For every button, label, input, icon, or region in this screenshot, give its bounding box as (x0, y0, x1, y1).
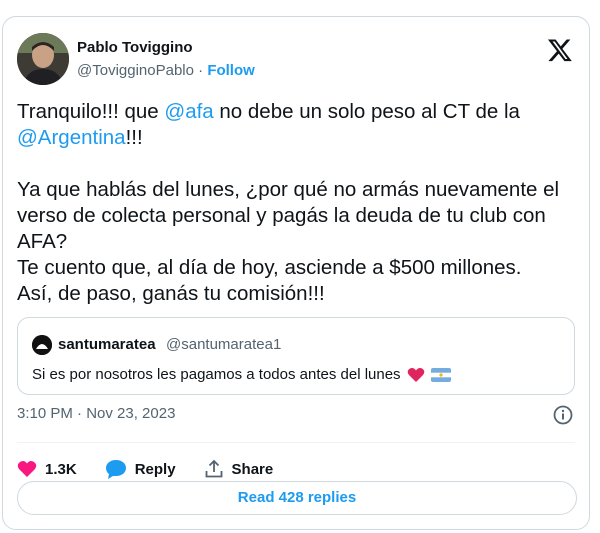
author-handle[interactable]: @TovigginoPablo (77, 62, 194, 79)
like-count: 1.3K (45, 460, 77, 478)
tweet-text: Te cuento que, al día de hoy, asciende a… (17, 256, 522, 279)
quoted-author-avatar[interactable] (32, 335, 52, 355)
like-button[interactable]: 1.3K (17, 460, 77, 478)
author-avatar[interactable] (17, 33, 69, 85)
share-label: Share (231, 460, 274, 478)
timestamp[interactable]: 3:10 PM · Nov 23, 2023 (17, 405, 175, 422)
reply-label: Reply (134, 460, 176, 478)
quoted-author-handle[interactable]: @santumaratea1 (166, 336, 281, 353)
reply-bubble-icon (105, 460, 126, 479)
argentina-flag-emoji (430, 367, 451, 382)
author-name[interactable]: Pablo Toviggino (77, 39, 193, 56)
follow-button[interactable]: Follow (207, 62, 255, 79)
quoted-text-row: Si es por nosotros les pagamos a todos a… (32, 366, 451, 383)
tweet-paragraph-2: Ya que hablás del lunes, ¿por qué no arm… (17, 177, 577, 307)
quoted-author-name[interactable]: santumaratea (58, 336, 156, 353)
separator-dot: · (198, 62, 204, 79)
tweet-text: Tranquilo!!! que (17, 100, 165, 123)
share-icon (205, 459, 222, 478)
divider (17, 442, 575, 443)
quoted-text: Si es por nosotros les pagamos a todos a… (32, 366, 401, 383)
reply-button[interactable]: Reply (105, 459, 176, 479)
mention-afa-link[interactable]: @afa (164, 100, 213, 123)
x-logo-icon[interactable] (547, 37, 573, 63)
mention-argentina-link[interactable]: @Argentina (17, 126, 126, 149)
tweet-paragraph-1: Tranquilo!!! que @afa no debe un solo pe… (17, 99, 577, 151)
red-heart-emoji (407, 367, 424, 382)
quoted-tweet[interactable]: santumaratea @santumaratea1 Si es por no… (17, 317, 575, 395)
tweet-card: Pablo Toviggino @TovigginoPablo · Follow… (2, 16, 590, 530)
author-handle-row: @TovigginoPablo · Follow (77, 62, 255, 79)
read-replies-button[interactable]: Read 428 replies (17, 481, 577, 515)
tweet-text: !!! (125, 126, 143, 149)
tweet-text: Así, de paso, ganás tu comisión!!! (17, 282, 325, 305)
tweet-text: no debe un solo peso al CT de la (213, 100, 520, 123)
heart-icon (17, 461, 37, 477)
info-icon[interactable] (553, 405, 573, 425)
tweet-text: Ya que hablás del lunes, ¿por qué no arm… (17, 178, 560, 253)
share-button[interactable]: Share (204, 459, 274, 479)
tweet-body: Tranquilo!!! que @afa no debe un solo pe… (17, 99, 577, 307)
